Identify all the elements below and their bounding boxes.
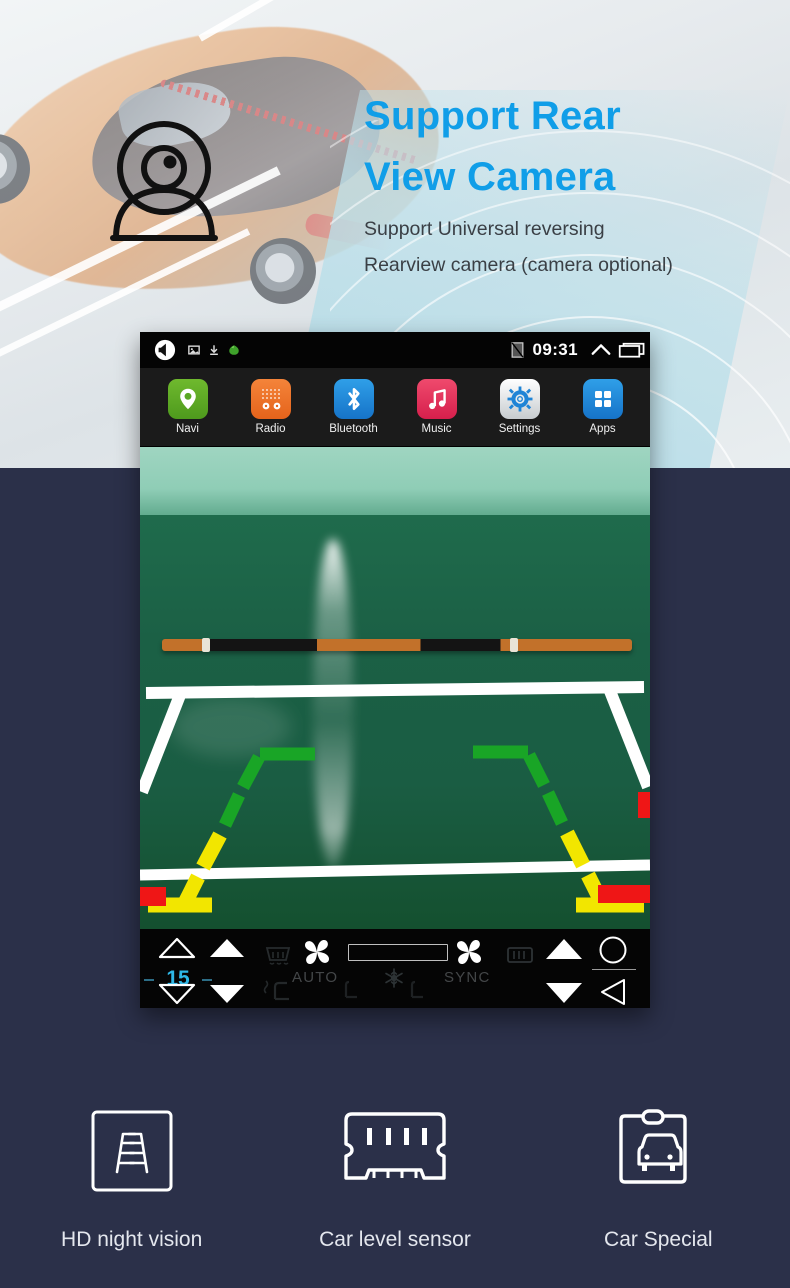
feature-hd-night-vision: HD night vision [12, 1102, 252, 1252]
music-note-icon[interactable] [416, 379, 457, 419]
rear-defrost-icon[interactable] [506, 945, 534, 965]
fan-icon[interactable] [300, 937, 334, 967]
radio-icon[interactable] [250, 379, 291, 419]
fan-speed-slider[interactable] [348, 944, 448, 961]
climate-divider [592, 969, 636, 971]
feature-list: HD night vision Car level sensor Car Spe… [0, 1080, 790, 1288]
page-title: Support Rear View Camera [364, 86, 784, 208]
bumper-sensor-icon [275, 1102, 515, 1200]
subtitle-line-1: Support Universal reversing [364, 218, 605, 240]
download-icon [210, 345, 218, 356]
recents-icon[interactable] [618, 342, 646, 358]
red-marker-right-lower [598, 885, 650, 903]
dock-item-radio[interactable]: Radio [236, 379, 306, 435]
speaker-icon[interactable] [154, 339, 176, 361]
green-app-icon [229, 345, 239, 355]
feature-car-level-sensor: Car level sensor [275, 1102, 515, 1252]
dock-item-bluetooth[interactable]: Bluetooth [319, 379, 389, 435]
rear-camera-feed [140, 447, 650, 929]
gear-icon[interactable] [499, 379, 540, 419]
car-front-icon [538, 1102, 778, 1200]
dock-label: Settings [498, 423, 541, 435]
no-sim-icon [511, 342, 524, 358]
dock-item-navi[interactable]: Navi [153, 379, 223, 435]
dock-label: Radio [255, 423, 286, 435]
temp-dash-left [144, 979, 154, 981]
temp-dash-right [202, 979, 212, 981]
fan-sync-icon[interactable] [452, 937, 486, 967]
app-dock: Navi Radio Bluetooth Music Settings Apps [140, 368, 650, 447]
feature-label: Car level sensor [319, 1228, 471, 1251]
head-unit-screen: 09:31 Navi Radio Bluetooth Music Setting… [140, 332, 650, 1008]
red-marker-right [638, 792, 650, 818]
status-bar: 09:31 [140, 332, 650, 368]
fan-down-icon[interactable] [208, 983, 246, 1005]
seat-heat-right-icon[interactable] [402, 979, 428, 1003]
dock-label: Bluetooth [329, 423, 378, 435]
temp-up-outline-icon[interactable] [158, 937, 196, 959]
map-pin-icon[interactable] [167, 379, 208, 419]
parking-guideline-icon [12, 1102, 252, 1200]
feature-label: Car Special [604, 1228, 713, 1251]
grid-icon[interactable] [582, 379, 623, 419]
headline-line-2: View Camera [364, 154, 616, 199]
temp-down-outline-icon[interactable] [158, 983, 196, 1005]
auto-label[interactable]: AUTO [292, 969, 338, 986]
dock-item-apps[interactable]: Apps [568, 379, 638, 435]
seat-heat-left-icon[interactable] [262, 977, 296, 1003]
back-triangle-icon[interactable] [596, 977, 630, 1007]
volume-up-icon[interactable] [544, 937, 584, 961]
feature-car-special: Car Special [538, 1102, 778, 1252]
chevron-up-icon[interactable] [590, 341, 612, 359]
seat-heat-right-icon[interactable] [336, 979, 362, 1003]
subtitle-line-2: Rearview camera (camera optional) [364, 254, 673, 276]
sync-label[interactable]: SYNC [444, 969, 490, 986]
dock-item-music[interactable]: Music [402, 379, 472, 435]
dock-label: Navi [175, 423, 199, 435]
fan-up-icon[interactable] [208, 937, 246, 959]
climate-control-bar: 15 AUTO SYNC [140, 929, 650, 1008]
headline-line-1: Support Rear [364, 94, 621, 138]
dock-item-settings[interactable]: Settings [485, 379, 555, 435]
dock-label: Music [421, 423, 452, 435]
parking-guidelines-overlay [148, 745, 644, 913]
home-circle-icon[interactable] [596, 935, 630, 965]
bluetooth-icon[interactable] [333, 379, 374, 419]
dock-label: Apps [589, 423, 616, 435]
clock: 09:31 [532, 340, 578, 359]
feature-label: HD night vision [61, 1228, 203, 1251]
image-icon [188, 345, 200, 355]
webcam-icon [110, 121, 218, 241]
volume-down-icon[interactable] [544, 981, 584, 1005]
front-defrost-icon[interactable] [264, 945, 292, 967]
red-marker-left-lower [140, 887, 166, 906]
